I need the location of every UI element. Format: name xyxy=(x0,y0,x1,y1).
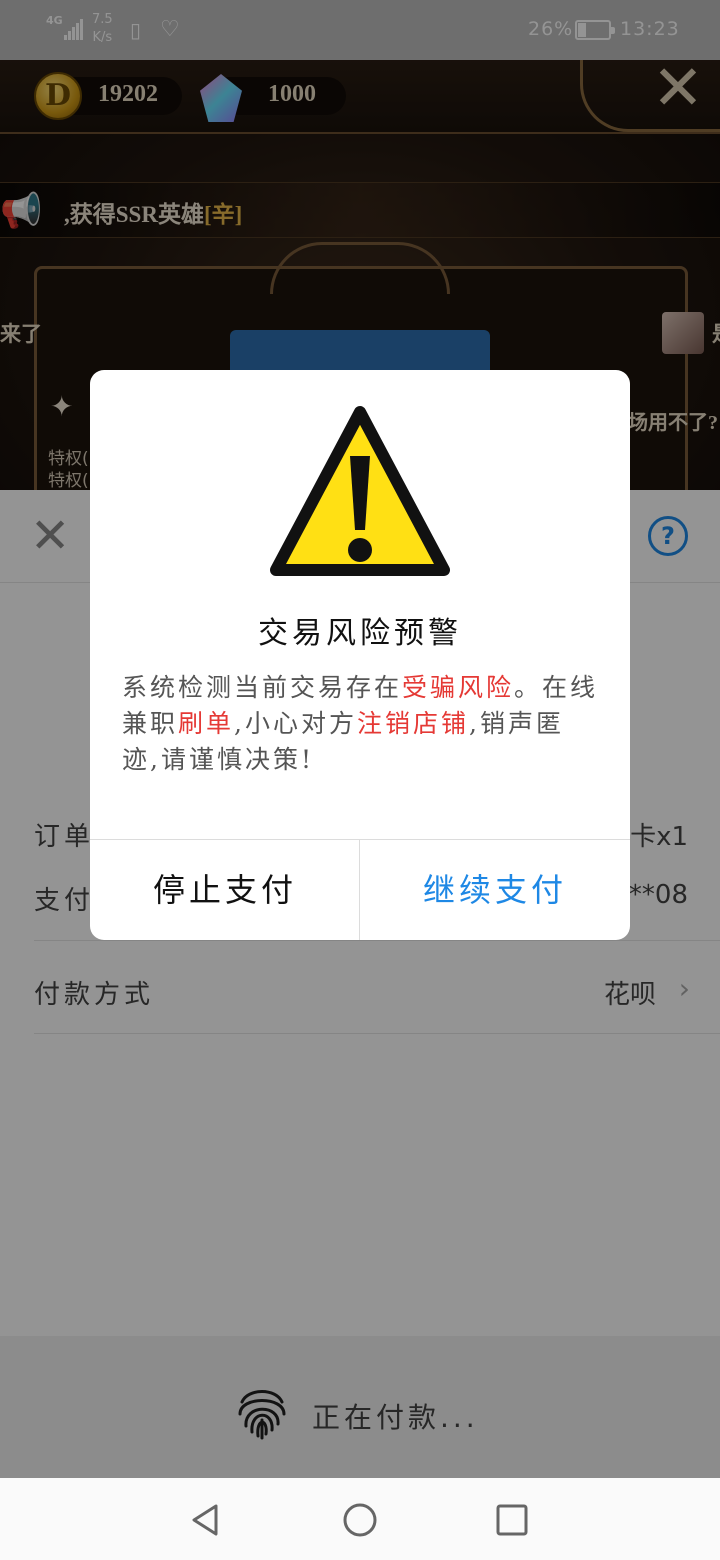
navigation-bar xyxy=(0,1478,720,1560)
continue-payment-button[interactable]: 继续支付 xyxy=(360,840,630,940)
message-part: 系统检测当前交易存在 xyxy=(122,673,403,702)
message-highlight: 受骗风险 xyxy=(402,673,515,702)
stop-payment-button[interactable]: 停止支付 xyxy=(90,840,360,940)
risk-warning-dialog: 交易风险预警 系统检测当前交易存在受骗风险。在线兼职刷单,小心对方注销店铺,销声… xyxy=(90,370,630,940)
message-part: ,小心对方 xyxy=(234,709,357,738)
warning-triangle-icon xyxy=(270,406,450,576)
dialog-message: 系统检测当前交易存在受骗风险。在线兼职刷单,小心对方注销店铺,销声匿迹,请谨慎决… xyxy=(122,670,602,778)
dialog-title: 交易风险预警 xyxy=(258,616,462,651)
back-icon[interactable] xyxy=(186,1500,226,1540)
message-highlight: 注销店铺 xyxy=(356,709,469,738)
recent-apps-icon[interactable] xyxy=(492,1500,532,1540)
home-icon[interactable] xyxy=(340,1500,380,1540)
message-highlight: 刷单 xyxy=(178,709,235,738)
